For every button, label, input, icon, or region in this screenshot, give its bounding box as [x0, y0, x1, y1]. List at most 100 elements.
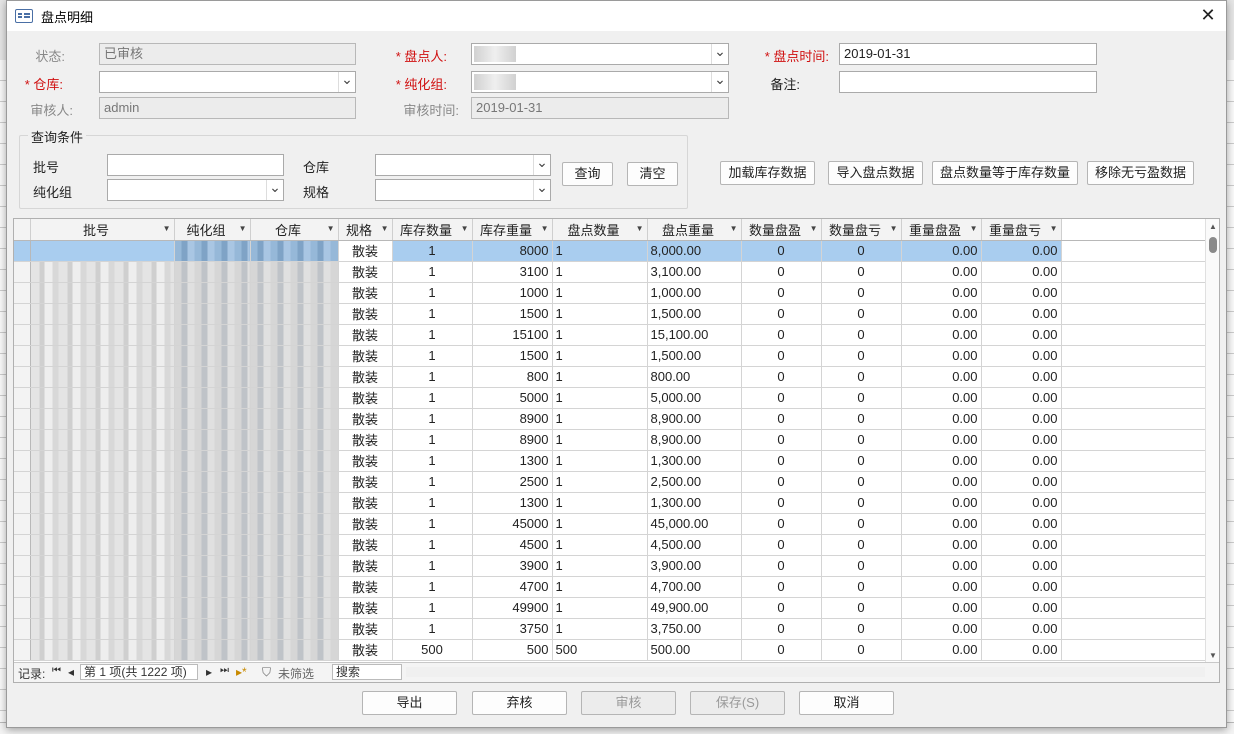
new-record-icon[interactable]: ▸* [236, 665, 247, 679]
last-record-icon[interactable]: ⏭ [220, 665, 229, 676]
table-cell[interactable]: 1 [552, 303, 648, 325]
table-cell[interactable]: 1 [392, 576, 473, 598]
row-selector[interactable] [14, 366, 31, 388]
table-cell[interactable]: 0 [741, 324, 822, 346]
table-cell[interactable]: 0.00 [981, 534, 1062, 556]
table-cell[interactable]: 4,500.00 [647, 534, 742, 556]
batch-input[interactable] [107, 154, 284, 176]
column-header[interactable]: 重量盘盈 ▼ [901, 219, 982, 241]
table-cell[interactable]: 0 [821, 387, 902, 409]
redacted-cell[interactable] [30, 513, 175, 535]
column-sort-icon[interactable]: ▼ [541, 224, 549, 233]
table-cell[interactable]: 0 [821, 492, 902, 514]
row-selector[interactable] [14, 240, 31, 262]
table-cell[interactable]: 1,300.00 [647, 492, 742, 514]
table-cell[interactable]: 0 [741, 471, 822, 493]
table-cell[interactable]: 1 [392, 345, 473, 367]
redacted-cell[interactable] [174, 366, 251, 388]
redacted-cell[interactable] [30, 261, 175, 283]
table-cell[interactable]: 0 [741, 345, 822, 367]
table-cell[interactable]: 散装 [338, 597, 393, 619]
table-cell[interactable]: 散装 [338, 555, 393, 577]
table-cell[interactable]: 1 [552, 597, 648, 619]
row-selector[interactable] [14, 387, 31, 409]
redacted-cell[interactable] [250, 534, 339, 556]
query-group-select[interactable] [107, 179, 284, 201]
table-cell[interactable]: 0.00 [981, 471, 1062, 493]
redacted-cell[interactable] [30, 387, 175, 409]
first-record-icon[interactable]: ⏮ [52, 665, 61, 676]
query-spec-select[interactable] [375, 179, 551, 201]
table-cell[interactable]: 0.00 [901, 555, 982, 577]
table-cell[interactable]: 0.00 [981, 513, 1062, 535]
redacted-cell[interactable] [250, 366, 339, 388]
count-time-field[interactable]: 2019-01-31 [839, 43, 1097, 65]
column-sort-icon[interactable]: ▼ [890, 224, 898, 233]
table-cell[interactable]: 散装 [338, 240, 393, 262]
filter-status[interactable]: 未筛选 [278, 665, 314, 682]
table-cell[interactable]: 2,500.00 [647, 471, 742, 493]
table-cell[interactable]: 散装 [338, 450, 393, 472]
redacted-cell[interactable] [174, 345, 251, 367]
redacted-cell[interactable] [174, 534, 251, 556]
row-selector[interactable] [14, 576, 31, 598]
table-cell[interactable]: 散装 [338, 366, 393, 388]
column-sort-icon[interactable]: ▼ [381, 224, 389, 233]
table-cell[interactable]: 散装 [338, 261, 393, 283]
table-cell[interactable]: 1 [392, 471, 473, 493]
table-cell[interactable]: 1 [552, 345, 648, 367]
table-cell[interactable]: 0.00 [981, 366, 1062, 388]
table-cell[interactable]: 0.00 [981, 408, 1062, 430]
redacted-cell[interactable] [30, 492, 175, 514]
table-cell[interactable]: 0 [741, 555, 822, 577]
redacted-cell[interactable] [30, 450, 175, 472]
cancel-button[interactable]: 取消 [799, 691, 894, 715]
table-cell[interactable]: 散装 [338, 576, 393, 598]
table-cell[interactable]: 1300 [472, 492, 553, 514]
row-selector[interactable] [14, 639, 31, 661]
redacted-cell[interactable] [30, 429, 175, 451]
table-cell[interactable]: 0 [821, 618, 902, 640]
table-cell[interactable]: 1 [552, 261, 648, 283]
table-cell[interactable]: 15,100.00 [647, 324, 742, 346]
table-row[interactable]: 散装 1 15100 1 15,100.00 0 0 0.00 0.00 [14, 324, 1206, 346]
row-selector[interactable] [14, 471, 31, 493]
redacted-cell[interactable] [174, 387, 251, 409]
table-cell[interactable]: 1300 [472, 450, 553, 472]
redacted-cell[interactable] [30, 555, 175, 577]
table-cell[interactable]: 1,500.00 [647, 303, 742, 325]
table-cell[interactable]: 1 [392, 387, 473, 409]
redacted-cell[interactable] [250, 450, 339, 472]
table-row[interactable]: 散装 1 1500 1 1,500.00 0 0 0.00 0.00 [14, 303, 1206, 325]
table-cell[interactable]: 1 [552, 387, 648, 409]
table-cell[interactable]: 0.00 [901, 618, 982, 640]
table-cell[interactable]: 散装 [338, 534, 393, 556]
table-cell[interactable]: 0.00 [901, 597, 982, 619]
record-position-input[interactable]: 第 1 项(共 1222 项) [80, 664, 198, 680]
table-cell[interactable]: 800 [472, 366, 553, 388]
table-cell[interactable]: 8900 [472, 429, 553, 451]
save-button[interactable]: 保存(S) [690, 691, 785, 715]
select-all-corner[interactable] [14, 219, 31, 241]
redacted-cell[interactable] [30, 618, 175, 640]
table-cell[interactable]: 1 [392, 303, 473, 325]
redacted-cell[interactable] [30, 534, 175, 556]
redacted-cell[interactable] [250, 513, 339, 535]
table-cell[interactable]: 0 [741, 513, 822, 535]
redacted-cell[interactable] [250, 576, 339, 598]
redacted-cell[interactable] [250, 261, 339, 283]
table-cell[interactable]: 8,000.00 [647, 240, 742, 262]
table-cell[interactable]: 15100 [472, 324, 553, 346]
column-sort-icon[interactable]: ▼ [970, 224, 978, 233]
row-selector[interactable] [14, 534, 31, 556]
table-cell[interactable]: 0 [821, 597, 902, 619]
table-cell[interactable]: 0.00 [981, 492, 1062, 514]
table-cell[interactable]: 8000 [472, 240, 553, 262]
table-cell[interactable]: 0.00 [981, 303, 1062, 325]
table-cell[interactable]: 1 [392, 240, 473, 262]
close-icon[interactable]: ✕ [1198, 5, 1218, 25]
table-cell[interactable]: 0 [741, 240, 822, 262]
redacted-cell[interactable] [174, 261, 251, 283]
table-cell[interactable]: 0 [741, 303, 822, 325]
table-cell[interactable]: 0 [741, 366, 822, 388]
